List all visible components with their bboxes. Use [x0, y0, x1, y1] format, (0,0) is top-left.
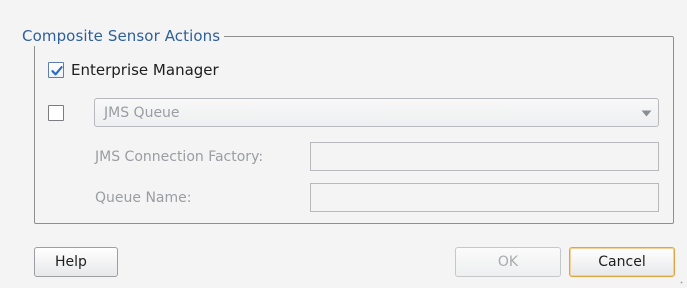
jms-connection-factory-input[interactable]	[310, 142, 659, 171]
resize-grip-icon[interactable]	[675, 276, 683, 284]
help-button[interactable]: Help	[34, 247, 118, 277]
cancel-button[interactable]: Cancel	[569, 247, 675, 277]
group-title: Composite Sensor Actions	[18, 26, 225, 46]
chevron-down-icon	[641, 110, 652, 117]
queue-name-input[interactable]	[310, 183, 659, 212]
ok-button[interactable]: OK	[455, 247, 561, 277]
checkmark-icon	[51, 66, 63, 76]
enterprise-manager-label[interactable]: Enterprise Manager	[71, 60, 219, 80]
jms-checkbox[interactable]	[48, 105, 64, 121]
jms-queue-select[interactable]: JMS Queue	[94, 98, 659, 127]
jms-queue-select-value: JMS Queue	[104, 105, 180, 121]
queue-name-label: Queue Name:	[95, 190, 192, 206]
jms-connection-factory-label: JMS Connection Factory:	[95, 149, 264, 165]
enterprise-manager-checkbox[interactable]	[48, 62, 64, 78]
composite-sensor-actions-dialog: Composite Sensor Actions Enterprise Mana…	[0, 0, 687, 288]
